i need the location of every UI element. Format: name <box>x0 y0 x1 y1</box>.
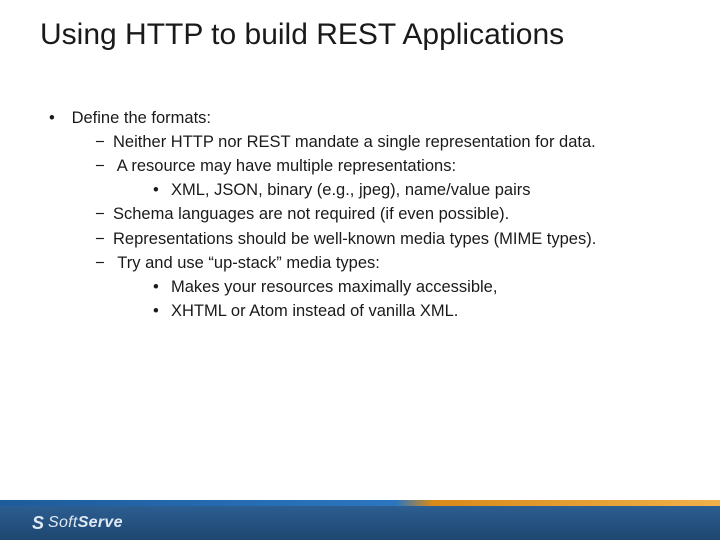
bullet-text: XML, JSON, binary (e.g., jpeg), name/val… <box>171 181 531 199</box>
bullet-text: A resource may have multiple representat… <box>117 157 456 175</box>
brand-name-serve: Serve <box>78 514 123 531</box>
bullet-text: XHTML or Atom instead of vanilla XML. <box>171 302 458 320</box>
logo-mark-icon: S <box>32 514 44 532</box>
list-item: Try and use “up-stack” media types: Make… <box>95 253 678 322</box>
bullet-text: Neither HTTP nor REST mandate a single r… <box>113 133 596 151</box>
list-item: XHTML or Atom instead of vanilla XML. <box>153 301 678 322</box>
brand-name-soft: Soft <box>48 514 78 531</box>
slide-title: Using HTTP to build REST Applications <box>0 0 720 52</box>
list-item: Schema languages are not required (if ev… <box>95 204 678 225</box>
list-item: Representations should be well-known med… <box>95 229 678 250</box>
list-item: XML, JSON, binary (e.g., jpeg), name/val… <box>153 180 678 201</box>
bullet-text: Representations should be well-known med… <box>113 230 596 248</box>
list-item: Define the formats: Neither HTTP nor RES… <box>55 108 678 322</box>
footer-body: S SoftServe <box>0 506 720 540</box>
bullet-text: Schema languages are not required (if ev… <box>113 205 509 223</box>
list-item: Makes your resources maximally accessibl… <box>153 277 678 298</box>
list-item: Neither HTTP nor REST mandate a single r… <box>95 132 678 153</box>
brand-name: SoftServe <box>48 514 123 532</box>
list-item: A resource may have multiple representat… <box>95 156 678 201</box>
bullet-text: Makes your resources maximally accessibl… <box>171 278 497 296</box>
brand-logo: S SoftServe <box>32 514 123 532</box>
bullet-text: Define the formats: <box>72 109 211 127</box>
bullet-text: Try and use “up-stack” media types: <box>117 254 380 272</box>
slide-footer: S SoftServe <box>0 500 720 540</box>
slide-content: Define the formats: Neither HTTP nor RES… <box>0 52 720 322</box>
